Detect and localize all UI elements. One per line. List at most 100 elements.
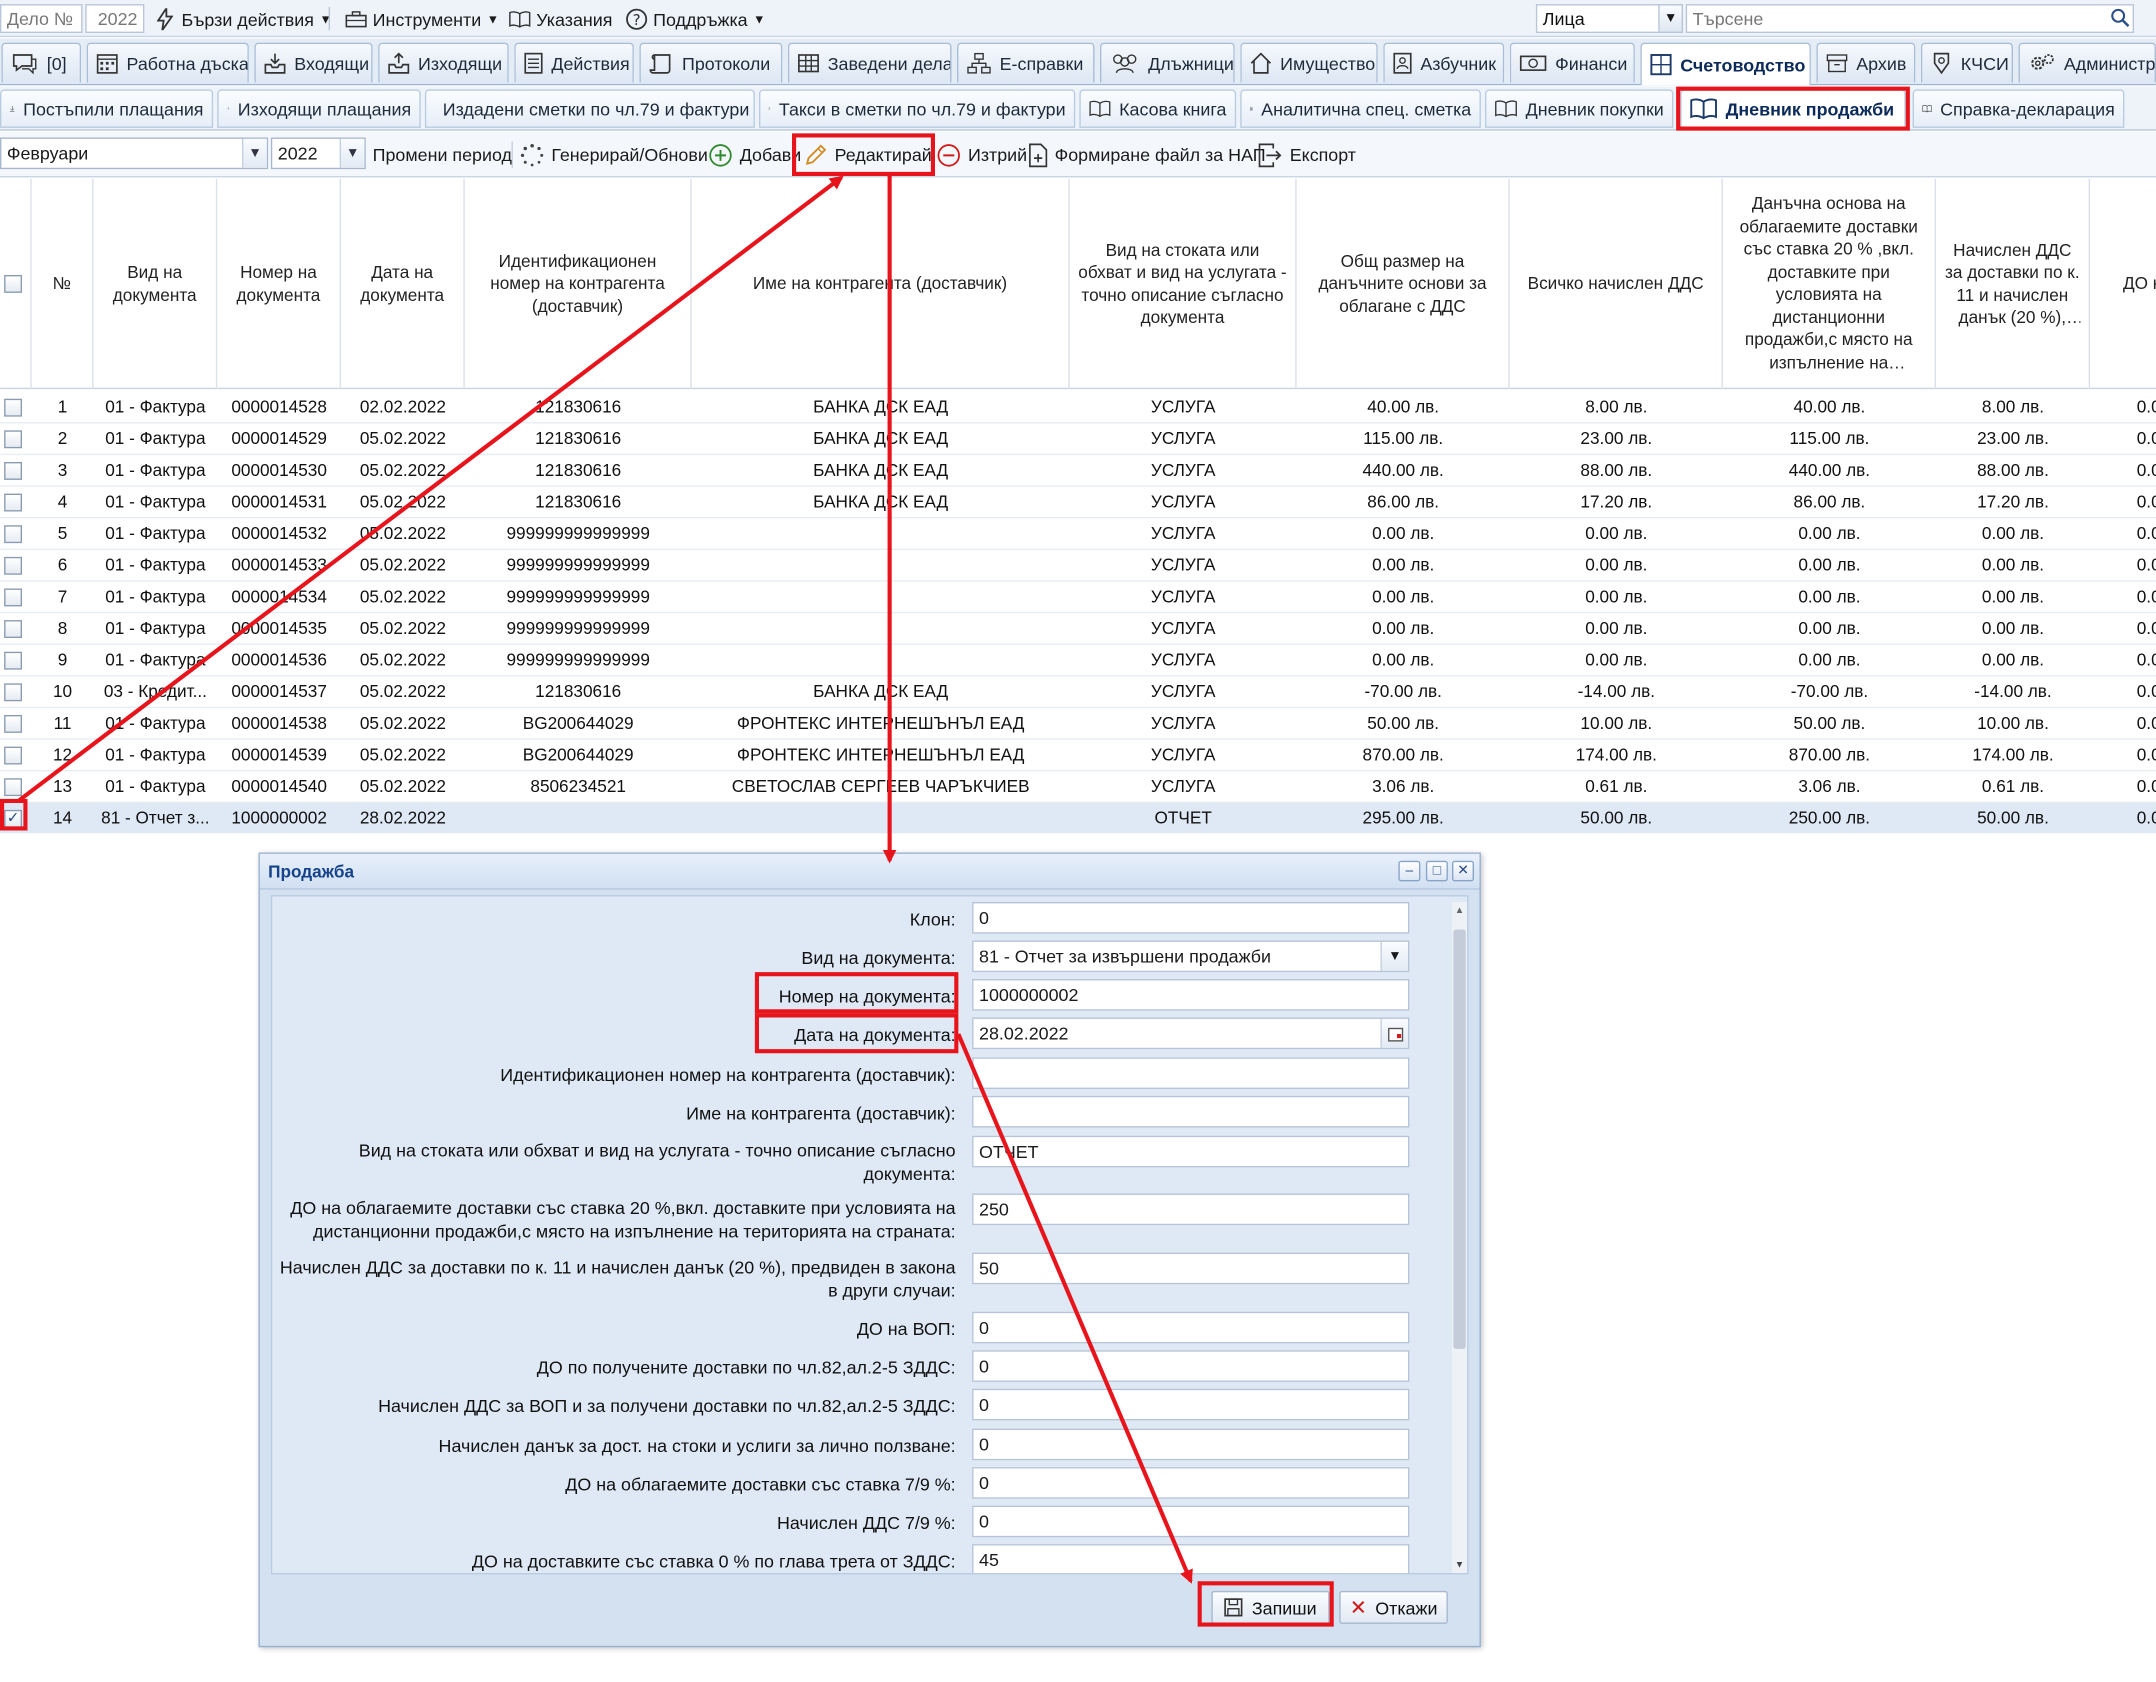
- delete-button[interactable]: Изтрий: [936, 140, 1027, 169]
- subtab-analytic-account[interactable]: Аналитична спец. сметка: [1240, 89, 1481, 128]
- column-header[interactable]: Начислен ДДС за доставки по к. 11 и начи…: [1936, 178, 2090, 390]
- quick-actions-menu[interactable]: Бързи действия ▼: [154, 6, 332, 34]
- tools-menu[interactable]: Инструменти ▼: [345, 6, 499, 34]
- tab-property[interactable]: Имущество: [1240, 42, 1378, 83]
- tab-archive[interactable]: Архив: [1816, 42, 1916, 83]
- form-field[interactable]: 250: [972, 1193, 1410, 1226]
- minimize-icon[interactable]: –: [1398, 860, 1421, 882]
- table-row[interactable]: ✓ 14 81 - Отчет з... 1000000002 28.02.2022 ОТ…: [0, 803, 2156, 834]
- tab-protocols[interactable]: Протоколи: [639, 42, 783, 83]
- subtab-fees[interactable]: $ Такси в сметки по чл.79 и фактури: [759, 89, 1076, 128]
- row-checkbox[interactable]: [4, 556, 22, 575]
- row-checkbox[interactable]: [4, 620, 22, 638]
- search-input[interactable]: Търсене: [1685, 4, 2134, 33]
- table-row[interactable]: 10 03 - Кредит... 0000014537 05.02.2022 1218…: [0, 677, 2156, 709]
- table-row[interactable]: 4 01 - Фактура 0000014531 05.02.2022 1218306…: [0, 487, 2156, 519]
- form-field[interactable]: 0: [972, 1505, 1410, 1538]
- subtab-purchases-journal[interactable]: Дневник покупки: [1485, 89, 1674, 128]
- tab-kchsi[interactable]: КЧСИ: [1920, 42, 2013, 83]
- year-select[interactable]: 2022 ▼: [270, 137, 366, 170]
- table-row[interactable]: 7 01 - Фактура 0000014534 05.02.2022 9999999…: [0, 582, 2156, 614]
- row-checkbox[interactable]: [4, 651, 22, 670]
- row-checkbox[interactable]: [4, 778, 22, 797]
- row-checkbox[interactable]: [4, 430, 22, 449]
- tab-filed-cases[interactable]: Заведени дела: [787, 42, 952, 83]
- column-header[interactable]: Идентификационен номер на контрагента (д…: [465, 178, 692, 390]
- subtab-cash-book[interactable]: Касова книга: [1079, 89, 1237, 128]
- table-row[interactable]: 9 01 - Фактура 0000014536 05.02.2022 9999999…: [0, 645, 2156, 677]
- nap-file-button[interactable]: Формиране файл за НАП: [1029, 140, 1266, 169]
- subtab-outgoing-payments[interactable]: Изходящи плащания: [217, 89, 421, 128]
- case-number-input[interactable]: Дело №: [0, 4, 83, 33]
- form-field[interactable]: 1000000002: [972, 979, 1410, 1011]
- add-button[interactable]: Добави: [708, 140, 801, 169]
- subtab-vat-declaration[interactable]: Справка-декларация: [1912, 89, 2125, 128]
- support-menu[interactable]: ? Поддръжка ▼: [626, 6, 765, 34]
- table-row[interactable]: 3 01 - Фактура 0000014530 05.02.2022 1218306…: [0, 455, 2156, 487]
- tab-messages[interactable]: [0]: [1, 42, 82, 83]
- tab-administration[interactable]: Администрация: [2018, 42, 2156, 83]
- column-header[interactable]: Вид на стоката или обхват и вид на услуг…: [1070, 178, 1297, 390]
- column-header[interactable]: №: [32, 178, 94, 390]
- row-checkbox[interactable]: [4, 398, 22, 417]
- column-header[interactable]: Номер на документа: [217, 178, 341, 390]
- close-icon[interactable]: ✕: [1452, 860, 1474, 882]
- subtab-issued-invoices[interactable]: $ Издадени сметки по чл.79 и фактури: [424, 89, 755, 128]
- column-header[interactable]: ДО н: [2090, 179, 2156, 389]
- tab-debtors[interactable]: Длъжници: [1100, 42, 1235, 83]
- month-select[interactable]: Февруари ▼: [0, 137, 269, 170]
- row-checkbox[interactable]: [4, 588, 22, 607]
- table-row[interactable]: 1 01 - Фактура 0000014528 02.02.2022 1218306…: [0, 392, 2156, 424]
- column-header[interactable]: Име на контрагента (доставчик): [692, 178, 1070, 390]
- tab-incoming[interactable]: Входящи: [254, 42, 373, 83]
- doc-type-select[interactable]: 81 - Отчет за извършени продажби ▼: [972, 940, 1410, 973]
- row-checkbox[interactable]: [4, 746, 22, 765]
- form-field[interactable]: 0: [972, 1350, 1410, 1382]
- form-field[interactable]: 0: [972, 1428, 1410, 1461]
- table-row[interactable]: 11 01 - Фактура 0000014538 05.02.2022 BG2006…: [0, 708, 2156, 740]
- doc-date-field[interactable]: 28.02.2022: [972, 1017, 1410, 1050]
- table-row[interactable]: 12 01 - Фактура 0000014539 05.02.2022 BG2006…: [0, 740, 2156, 772]
- table-row[interactable]: 6 01 - Фактура 0000014533 05.02.2022 9999999…: [0, 550, 2156, 582]
- form-field[interactable]: 50: [972, 1252, 1410, 1285]
- table-row[interactable]: 13 01 - Фактура 0000014540 05.02.2022 850623…: [0, 771, 2156, 803]
- calendar-icon[interactable]: [1380, 1018, 1408, 1048]
- instructions-link[interactable]: Указания: [509, 6, 612, 34]
- subtab-incoming-payments[interactable]: Постъпили плащания: [0, 89, 214, 128]
- search-icon[interactable]: [2108, 6, 2133, 31]
- column-header[interactable]: Дата на документа: [341, 178, 465, 390]
- row-checkbox[interactable]: [4, 462, 22, 480]
- row-checkbox[interactable]: [4, 683, 22, 702]
- column-header[interactable]: Вид на документа: [94, 178, 218, 390]
- tab-accounting[interactable]: Счетоводство: [1640, 42, 1811, 86]
- form-field[interactable]: 0: [972, 902, 1410, 934]
- tab-e-reports[interactable]: Е-справки: [957, 42, 1095, 83]
- column-header[interactable]: Общ размер на данъчните основи за облага…: [1297, 178, 1510, 390]
- scrollbar-thumb[interactable]: [1453, 929, 1466, 1349]
- cancel-button[interactable]: ✕ Откажи: [1339, 1590, 1448, 1624]
- column-header[interactable]: Данъчна основа на облагаемите доставки с…: [1723, 178, 1936, 390]
- table-row[interactable]: 2 01 - Фактура 0000014529 05.02.2022 1218306…: [0, 424, 2156, 456]
- change-period-button[interactable]: Промени период: [373, 140, 512, 169]
- form-field[interactable]: 0: [972, 1388, 1410, 1421]
- form-field[interactable]: [972, 1095, 1410, 1128]
- export-button[interactable]: Експорт: [1258, 140, 1356, 169]
- form-field[interactable]: 45: [972, 1544, 1410, 1573]
- row-checkbox[interactable]: [4, 493, 22, 512]
- form-field[interactable]: 0: [972, 1311, 1410, 1344]
- table-row[interactable]: 5 01 - Фактура 0000014532 05.02.2022 9999999…: [0, 518, 2156, 550]
- form-field[interactable]: [972, 1057, 1410, 1089]
- generate-button[interactable]: Генерирай/Обнови: [520, 140, 708, 169]
- row-checkbox[interactable]: [4, 715, 22, 733]
- select-all-checkbox[interactable]: [4, 275, 22, 293]
- tab-actions[interactable]: Действия: [514, 42, 634, 83]
- column-header[interactable]: Всичко начислен ДДС: [1510, 178, 1723, 390]
- tab-outgoing[interactable]: Изходящи: [378, 42, 509, 83]
- form-field[interactable]: 0: [972, 1467, 1410, 1499]
- tab-address-book[interactable]: Азбучник: [1383, 42, 1505, 83]
- maximize-icon[interactable]: □: [1425, 860, 1448, 882]
- chevron-down-icon[interactable]: ▼: [1658, 4, 1683, 33]
- form-field[interactable]: ОТЧЕТ: [972, 1135, 1410, 1168]
- year-input[interactable]: 2022: [85, 4, 145, 33]
- form-scrollbar[interactable]: ▲ ▼: [1452, 902, 1468, 1573]
